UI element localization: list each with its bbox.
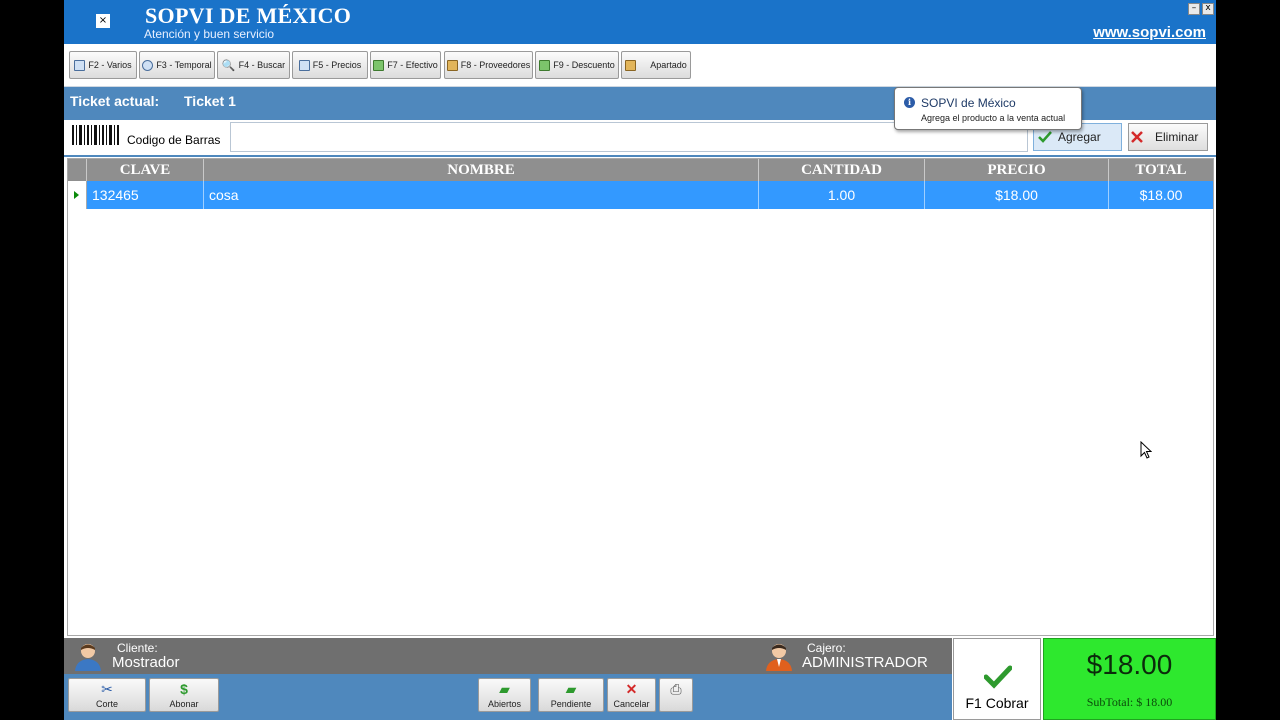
cashier-value: ADMINISTRADOR [802,654,928,671]
barcode-icon [72,125,119,145]
varios-button[interactable]: F2 - Varios [69,51,137,79]
magnifier-icon: 🔍 [221,59,236,72]
agregar-tooltip: i SOPVI de México Agrega el producto a l… [894,87,1082,130]
corte-button[interactable]: ✂ Corte [68,678,146,712]
abiertos-label: Abiertos [487,699,522,709]
descuento-label: F9 - Descuento [553,60,615,70]
client-label: Cliente: [117,641,158,655]
close-app-icon[interactable]: × [96,14,110,28]
dollar-icon: $ [180,681,188,697]
money-icon: ▰ [565,681,577,697]
cell-nombre: cosa [204,181,759,209]
barcode-label: Codigo de Barras [127,133,221,147]
efectivo-label: F7 - Efectivo [387,60,438,70]
buscar-button[interactable]: 🔍 F4 - Buscar [217,51,290,79]
print-button[interactable]: ⎙ [659,678,693,712]
subtotal-text: SubTotal: $ 18.00 [1086,695,1173,709]
cell-precio: $18.00 [925,181,1109,209]
money-icon: ▰ [499,681,510,697]
proveedores-label: F8 - Proveedores [460,60,531,70]
pendiente-label: Pendiente [550,699,592,709]
grid-header: CLAVE NOMBRE CANTIDAD PRECIO TOTAL [68,159,1213,181]
descuento-button[interactable]: F9 - Descuento [535,51,619,79]
column-precio[interactable]: PRECIO [925,159,1109,181]
client-cashier-bar: Cliente: Mostrador Cajero: ADMINISTRADOR [64,638,952,674]
abonar-button[interactable]: $ Abonar [149,678,219,712]
cobrar-label: F1 Cobrar [965,695,1029,711]
sale-items-grid: CLAVE NOMBRE CANTIDAD PRECIO TOTAL 13246… [67,158,1214,636]
minimize-button[interactable]: – [1188,3,1200,15]
cancelar-label: Cancelar [613,699,650,709]
cell-total: $18.00 [1139,187,1183,203]
function-toolbar: F2 - Varios F3 - Temporal 🔍 F4 - Buscar … [64,44,1216,87]
people-icon [625,59,637,71]
client-value: Mostrador [112,654,180,671]
clock-icon [142,59,154,71]
total-amount: $18.00 [1086,649,1173,680]
efectivo-button[interactable]: F7 - Efectivo [370,51,441,79]
scissors-icon: ✂ [101,681,113,697]
money-icon [539,59,551,71]
column-cantidad[interactable]: CANTIDAD [759,159,925,181]
buscar-label: F4 - Buscar [238,60,286,70]
cashier-avatar-icon [766,644,792,671]
temporal-label: F3 - Temporal [156,60,212,70]
mouse-cursor-icon [1140,441,1152,459]
agregar-label: Agregar [1058,130,1101,144]
delete-x-icon [1131,131,1143,143]
tooltip-title: SOPVI de México [921,96,1016,110]
info-icon: i [904,97,915,108]
cancelar-button[interactable]: ✕ Cancelar [607,678,656,712]
cell-cantidad: 1.00 [759,181,925,209]
corte-label: Corte [95,699,118,709]
check-icon [1038,131,1052,143]
varios-label: F2 - Varios [88,60,132,70]
app-title: SOPVI DE MÉXICO [145,3,352,28]
cancel-x-icon: ✕ [625,681,638,697]
check-icon [984,665,1012,689]
money-icon [373,59,385,71]
eliminar-label: Eliminar [1155,130,1199,144]
cashier-label: Cajero: [807,641,846,655]
close-window-button[interactable]: x [1202,3,1214,15]
tooltip-text: Agrega el producto a la venta actual [921,113,1066,123]
apartado-button[interactable]: Apartado [621,51,691,79]
proveedores-button[interactable]: F8 - Proveedores [444,51,533,79]
apartado-label: Apartado [650,60,687,70]
total-panel: $18.00 SubTotal: $ 18.00 [1043,638,1216,720]
bottom-action-bar: ✂ Corte $ Abonar ▰ Abiertos ▰ Pendiente … [64,674,952,720]
precios-label: F5 - Precios [312,60,362,70]
pendiente-button[interactable]: ▰ Pendiente [538,678,604,712]
printer-icon: ⎙ [670,681,682,697]
column-clave[interactable]: CLAVE [87,159,204,181]
app-header: × SOPVI DE MÉXICO Atención y buen servic… [64,0,1216,44]
column-nombre[interactable]: NOMBRE [204,159,759,181]
abonar-label: Abonar [169,699,199,709]
people-icon [446,59,458,71]
temporal-button[interactable]: F3 - Temporal [139,51,215,79]
abiertos-button[interactable]: ▰ Abiertos [478,678,531,712]
column-total[interactable]: TOTAL [1109,159,1213,181]
grid-icon [74,59,86,71]
ticket-value: Ticket 1 [184,93,236,109]
ticket-label: Ticket actual: [70,93,160,109]
cobrar-button[interactable]: F1 Cobrar [953,638,1041,720]
row-selector-arrow-icon[interactable] [68,181,87,209]
table-row[interactable]: 132465 cosa 1.00 $18.00 $18.00 [68,181,1213,209]
eliminar-button[interactable]: Eliminar [1128,123,1208,151]
client-avatar-icon [75,644,101,671]
app-subtitle: Atención y buen servicio [144,27,275,41]
pos-window: × SOPVI DE MÉXICO Atención y buen servic… [64,0,1216,720]
header-spacer [68,159,87,181]
website-link[interactable]: www.sopvi.com [1093,24,1206,41]
precios-button[interactable]: F5 - Precios [292,51,368,79]
table-icon [298,59,310,71]
cell-clave: 132465 [87,181,204,209]
